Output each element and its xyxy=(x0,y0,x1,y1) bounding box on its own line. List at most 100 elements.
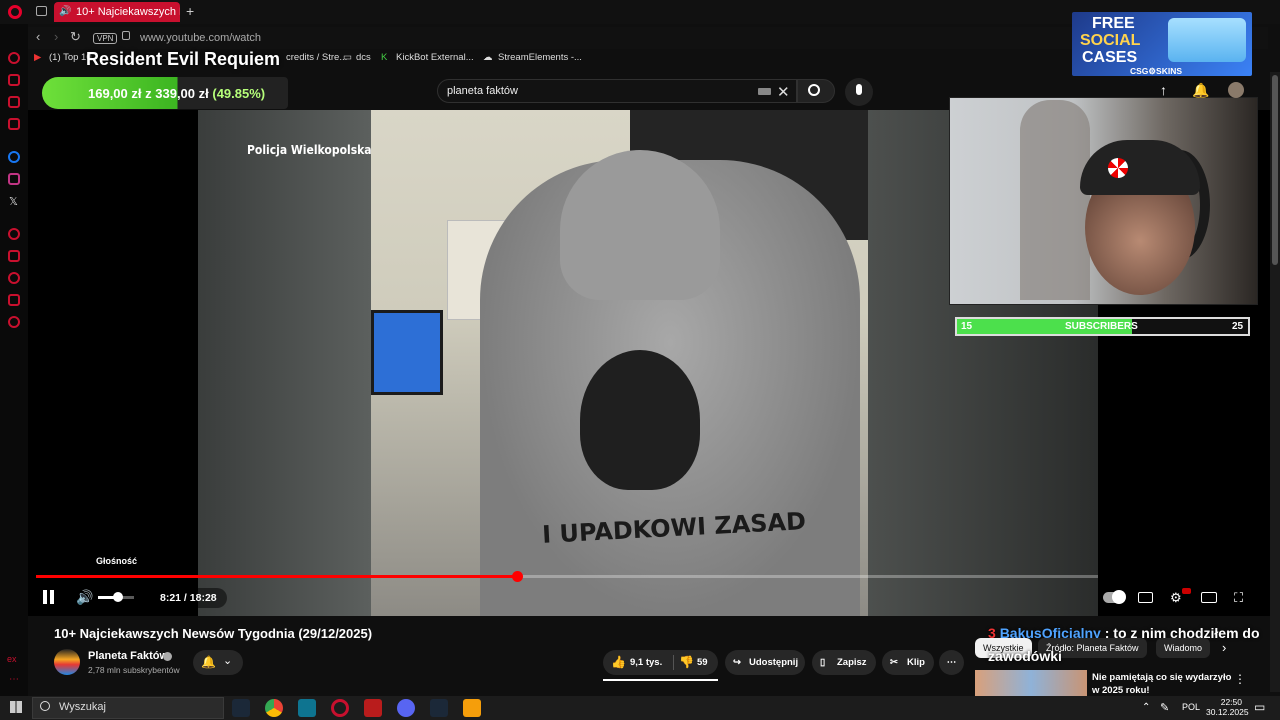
like-count[interactable]: 9,1 tys. xyxy=(630,650,662,675)
webcam-cat-tree xyxy=(1020,100,1090,300)
chip-news[interactable]: Wiadomo xyxy=(1156,638,1211,658)
taskbar-clock[interactable]: 22:50 30.12.2025 xyxy=(1206,697,1249,717)
pause-button[interactable] xyxy=(42,590,56,604)
x-icon[interactable]: 𝕏 xyxy=(9,195,18,208)
bookmark-item[interactable]: StreamElements -... xyxy=(498,52,582,63)
notification-icon[interactable]: ▭ xyxy=(1254,700,1265,714)
hoodie-print xyxy=(580,350,700,490)
messenger-icon[interactable] xyxy=(8,151,20,163)
subscriber-goal: 25 xyxy=(1232,321,1244,332)
windows-start-icon[interactable] xyxy=(10,701,22,713)
channel-name[interactable]: Planeta Faktów xyxy=(88,650,168,662)
forward-icon[interactable]: › xyxy=(54,29,58,44)
taskbar-search-placeholder[interactable]: Wyszukaj xyxy=(59,701,106,713)
account-avatar[interactable] xyxy=(1228,82,1244,98)
bet-separator: z xyxy=(145,86,152,101)
ad-line-3: CASES xyxy=(1082,49,1138,66)
discord-icon[interactable] xyxy=(397,699,415,717)
lock-icon[interactable] xyxy=(122,31,130,40)
chevron-down-icon: ⌄ xyxy=(223,655,233,667)
ad-line-2: SOCIAL xyxy=(1080,32,1141,49)
ad-chest-image xyxy=(1168,18,1246,62)
speaker-icon[interactable]: 🔊 xyxy=(59,2,71,22)
settings-gear-icon[interactable]: ⚙ xyxy=(1170,590,1182,606)
sidebar-pinboard-icon[interactable] xyxy=(8,74,20,86)
fullscreen-icon[interactable]: ⛶ xyxy=(1234,590,1243,606)
opera-taskbar-icon[interactable] xyxy=(331,699,349,717)
sidebar-ex-icon[interactable]: ex xyxy=(7,654,17,664)
volume-tooltip: Głośność xyxy=(96,556,138,566)
save-button[interactable]: ▯ Zapisz xyxy=(812,650,876,675)
notifications-bell-icon[interactable]: 🔔 xyxy=(1192,82,1209,99)
bookmark-item[interactable]: KickBot External... xyxy=(396,52,474,63)
thumbs-up-icon[interactable]: 👍 xyxy=(611,650,626,675)
autoplay-knob[interactable] xyxy=(1112,590,1126,604)
search-icon xyxy=(40,701,50,711)
clock-time: 22:50 xyxy=(1220,697,1242,707)
bet-progress-text: 169,00 zł z 339,00 zł (49.85%) xyxy=(88,86,265,101)
more-actions-button[interactable]: ⋯ xyxy=(939,650,964,675)
kick-app-icon[interactable] xyxy=(463,699,481,717)
chrome-icon[interactable] xyxy=(265,699,283,717)
recommended-menu-icon[interactable]: ⋮ xyxy=(1234,672,1246,686)
upload-icon[interactable]: ↑ xyxy=(1160,82,1167,98)
vpn-badge[interactable]: VPN xyxy=(93,33,118,44)
sidebar-music-icon[interactable] xyxy=(8,96,20,108)
subtitles-icon[interactable] xyxy=(1138,592,1153,603)
voicemeeter-icon[interactable] xyxy=(364,699,382,717)
thumbs-down-icon[interactable]: 👎 xyxy=(679,650,694,675)
chevron-right-icon[interactable]: › xyxy=(1222,640,1226,655)
opera-logo-icon[interactable] xyxy=(8,5,22,19)
sidebar-aria-icon[interactable] xyxy=(8,52,20,64)
bookmark-item[interactable]: dcs xyxy=(356,52,371,63)
url-field[interactable]: www.youtube.com/watch xyxy=(140,32,261,44)
new-tab-button[interactable]: + xyxy=(186,3,194,19)
file-explorer-icon[interactable] xyxy=(298,699,316,717)
sidebar-history-icon[interactable] xyxy=(8,228,20,240)
share-icon: ↪ xyxy=(733,657,741,668)
tray-pen-icon[interactable]: ✎ xyxy=(1160,701,1169,714)
umbrella-logo-icon xyxy=(1108,158,1128,178)
search-query[interactable]: planeta faktów xyxy=(447,85,518,97)
browser-tab[interactable]: 🔊 10+ Najciekawszych N xyxy=(54,2,180,22)
instagram-icon[interactable] xyxy=(8,173,20,185)
ad-brand: CSG⚙SKINS xyxy=(1130,66,1183,76)
share-button[interactable]: ↪ Udostępnij xyxy=(725,650,805,675)
bet-percent: (49.85%) xyxy=(212,86,266,101)
hd-badge xyxy=(1182,588,1191,594)
bookmark-item[interactable]: credits / Stre... xyxy=(286,52,347,63)
folder-icon: ▭ xyxy=(343,52,352,63)
clear-search-icon[interactable]: ✕ xyxy=(777,83,790,101)
video-blur-left xyxy=(198,110,371,616)
sidebar-wallet-icon[interactable] xyxy=(8,250,20,262)
bookmark-icon: ▯ xyxy=(820,657,826,668)
dislike-count[interactable]: 59 xyxy=(697,650,708,675)
tab-title: 10+ Najciekawszych N xyxy=(76,6,180,18)
language-indicator[interactable]: POL xyxy=(1182,702,1200,712)
like-underline xyxy=(603,679,718,681)
search-icon xyxy=(808,84,820,96)
keyboard-icon[interactable] xyxy=(758,88,771,95)
recommended-thumbnail[interactable] xyxy=(975,670,1087,696)
clip-button[interactable]: ✂ Klip xyxy=(882,650,934,675)
sidebar-player-icon[interactable] xyxy=(8,118,20,130)
video-title: 10+ Najciekawszych Newsów Tygodnia (29/1… xyxy=(54,626,373,641)
scrollbar-thumb[interactable] xyxy=(1272,75,1278,265)
verified-check-icon xyxy=(163,652,172,661)
reload-icon[interactable]: ↻ xyxy=(70,29,81,45)
back-icon[interactable]: ‹ xyxy=(36,29,40,44)
tab-menu-icon[interactable] xyxy=(36,6,47,16)
channel-avatar[interactable] xyxy=(54,649,80,675)
recommended-title[interactable]: Nie pamiętają co się wydarzyło w 2025 ro… xyxy=(1092,671,1232,697)
theater-mode-icon[interactable] xyxy=(1201,592,1217,603)
sidebar-more-icon[interactable]: ⋯ xyxy=(9,674,19,685)
progress-scrubber[interactable] xyxy=(511,571,523,582)
sidebar-clock-icon[interactable] xyxy=(8,272,20,284)
tray-chevron-icon[interactable]: ⌃ xyxy=(1142,702,1150,713)
steam-icon[interactable] xyxy=(232,699,250,717)
volume-slider-knob[interactable] xyxy=(112,592,123,602)
sidebar-settings-icon[interactable] xyxy=(8,316,20,328)
steam-2-icon[interactable] xyxy=(430,699,448,717)
volume-icon[interactable]: 🔊 xyxy=(76,589,93,606)
sidebar-extensions-icon[interactable] xyxy=(8,294,20,306)
